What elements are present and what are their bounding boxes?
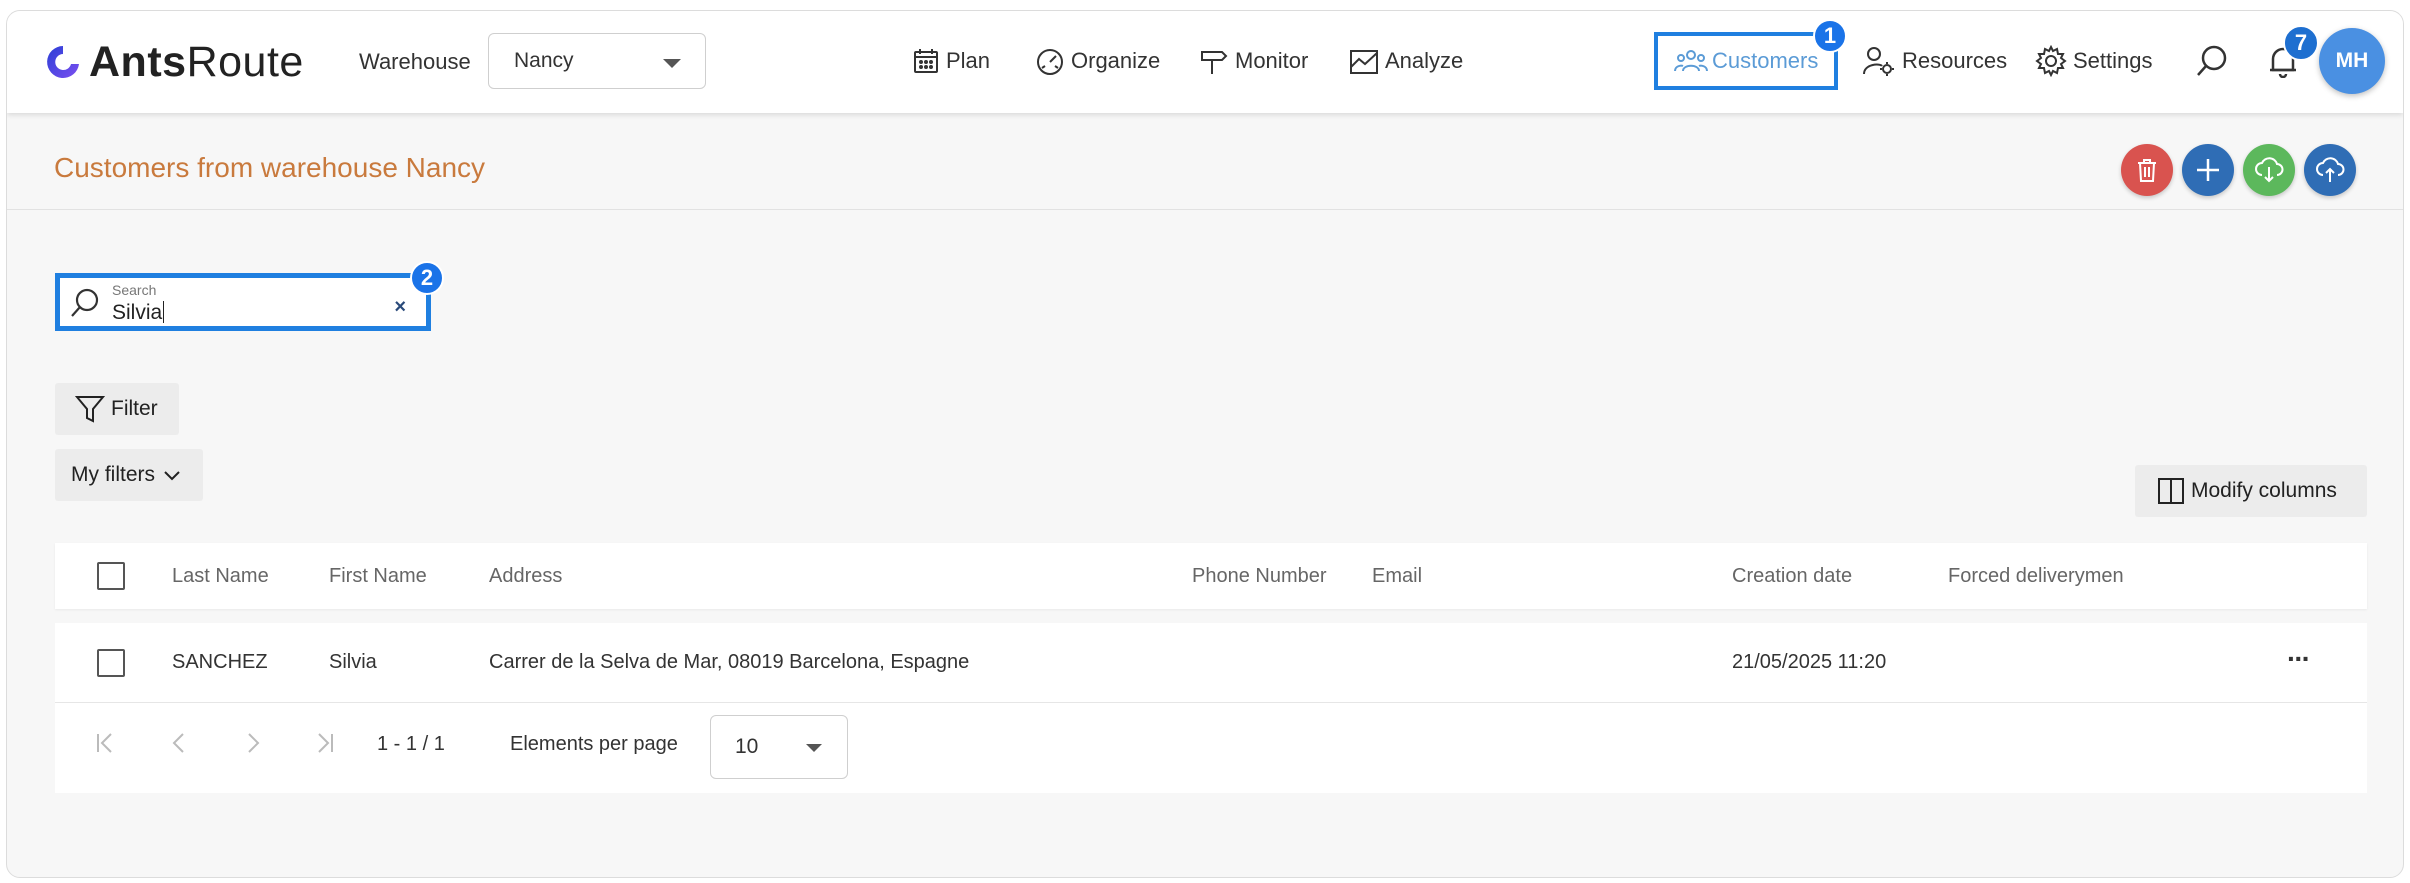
page-title: Customers from warehouse Nancy xyxy=(54,152,486,183)
filter-button[interactable]: Filter xyxy=(55,383,179,435)
per-page-label: Elements per page xyxy=(510,733,678,755)
last-page-icon[interactable] xyxy=(311,730,337,756)
modify-columns-button[interactable]: Modify columns xyxy=(2135,465,2367,517)
nav-analyze-label: Analyze xyxy=(1385,48,1464,73)
column-header-last-name[interactable]: Last Name xyxy=(172,565,269,588)
gear-icon xyxy=(2035,45,2067,77)
columns-icon xyxy=(2158,478,2184,504)
my-filters-label: My filters xyxy=(71,463,155,486)
logo-text: AntsRoute xyxy=(89,37,304,86)
nav-monitor[interactable]: Monitor xyxy=(1199,41,1308,81)
nav-resources[interactable]: Resources xyxy=(1862,41,2007,81)
annotation-badge-1: 1 xyxy=(1813,19,1847,53)
nav-settings[interactable]: Settings xyxy=(2035,41,2153,81)
cell-last-name: SANCHEZ xyxy=(172,651,268,673)
plus-icon xyxy=(2197,159,2219,181)
annotation-badge-2: 2 xyxy=(410,261,444,295)
nav-customers-label: Customers xyxy=(1712,48,1819,73)
cell-first-name: Silvia xyxy=(329,651,377,673)
column-header-forced-deliverymen[interactable]: Forced deliverymen xyxy=(1948,565,2124,588)
column-header-address[interactable]: Address xyxy=(489,565,562,588)
nav-customers[interactable]: Customers xyxy=(1654,32,1838,90)
warehouse-label: Warehouse xyxy=(359,49,471,74)
row-actions-menu[interactable]: ··· xyxy=(2287,643,2311,675)
table-row[interactable]: SANCHEZ Silvia Carrer de la Selva de Mar… xyxy=(55,623,2367,703)
nav-plan[interactable]: Plan xyxy=(912,41,990,81)
nav-settings-label: Settings xyxy=(2073,48,2153,73)
global-search-button[interactable] xyxy=(2192,41,2232,81)
next-page-icon[interactable] xyxy=(239,730,265,756)
users-icon xyxy=(1674,50,1708,72)
logo-icon xyxy=(47,46,79,78)
signpost-icon xyxy=(1201,51,1228,74)
search-input[interactable]: Silvia xyxy=(112,301,165,325)
my-filters-dropdown[interactable]: My filters xyxy=(55,449,203,501)
nav-organize-label: Organize xyxy=(1071,48,1161,73)
pagination-range: 1 - 1 / 1 xyxy=(377,733,445,755)
nav-organize[interactable]: Organize xyxy=(1035,41,1160,81)
app-frame: AntsRoute Warehouse Nancy Plan Organize … xyxy=(6,10,2404,878)
chevron-down-icon xyxy=(663,59,681,68)
delete-button[interactable] xyxy=(2121,144,2173,196)
notification-count-badge: 7 xyxy=(2283,25,2319,61)
cloud-download-icon xyxy=(2255,157,2284,183)
nav-monitor-label: Monitor xyxy=(1235,48,1309,73)
modify-columns-label: Modify columns xyxy=(2191,479,2337,502)
chevron-down-icon xyxy=(806,744,822,752)
export-button[interactable] xyxy=(2304,144,2356,196)
page-header: Customers from warehouse Nancy xyxy=(7,114,2403,210)
search-icon xyxy=(2197,45,2227,76)
select-all-checkbox[interactable] xyxy=(97,562,125,590)
pagination-bar: 1 - 1 / 1 Elements per page 10 xyxy=(55,703,2367,793)
antsroute-logo[interactable]: AntsRoute xyxy=(43,37,304,86)
search-icon xyxy=(71,288,99,317)
cell-address: Carrer de la Selva de Mar, 08019 Barcelo… xyxy=(489,651,970,673)
user-avatar[interactable]: MH xyxy=(2319,28,2385,94)
filter-label: Filter xyxy=(111,397,158,420)
column-header-creation-date[interactable]: Creation date xyxy=(1732,565,1852,588)
trash-icon xyxy=(2138,159,2156,182)
top-navigation-bar: AntsRoute Warehouse Nancy Plan Organize … xyxy=(7,11,2403,113)
user-gear-icon xyxy=(1863,47,1894,76)
import-button[interactable] xyxy=(2243,144,2295,196)
warehouse-value: Nancy xyxy=(514,49,574,72)
column-header-email[interactable]: Email xyxy=(1372,565,1422,588)
per-page-select[interactable]: 10 xyxy=(710,715,848,779)
per-page-value: 10 xyxy=(735,735,759,758)
chevron-down-icon xyxy=(164,471,180,481)
nav-analyze[interactable]: Analyze xyxy=(1349,41,1463,81)
nav-resources-label: Resources xyxy=(1902,48,2008,73)
clear-search-button[interactable]: × xyxy=(394,296,406,319)
search-label: Search xyxy=(112,282,157,298)
nav-plan-label: Plan xyxy=(946,48,991,73)
row-checkbox[interactable] xyxy=(97,649,125,677)
previous-page-icon[interactable] xyxy=(167,730,193,756)
column-header-first-name[interactable]: First Name xyxy=(329,565,427,588)
chart-icon xyxy=(1350,50,1378,74)
gauge-icon xyxy=(1037,49,1063,75)
funnel-icon xyxy=(75,396,105,423)
warehouse-select[interactable]: Nancy xyxy=(488,33,706,89)
first-page-icon[interactable] xyxy=(93,730,119,756)
cell-creation-date: 21/05/2025 11:20 xyxy=(1732,651,1887,673)
table-header: Last Name First Name Address Phone Numbe… xyxy=(55,543,2367,609)
calendar-icon xyxy=(914,49,938,73)
column-header-phone[interactable]: Phone Number xyxy=(1192,565,1327,588)
customer-search-field[interactable]: Search Silvia × xyxy=(55,273,431,331)
add-customer-button[interactable] xyxy=(2182,144,2234,196)
cloud-upload-icon xyxy=(2316,157,2345,182)
